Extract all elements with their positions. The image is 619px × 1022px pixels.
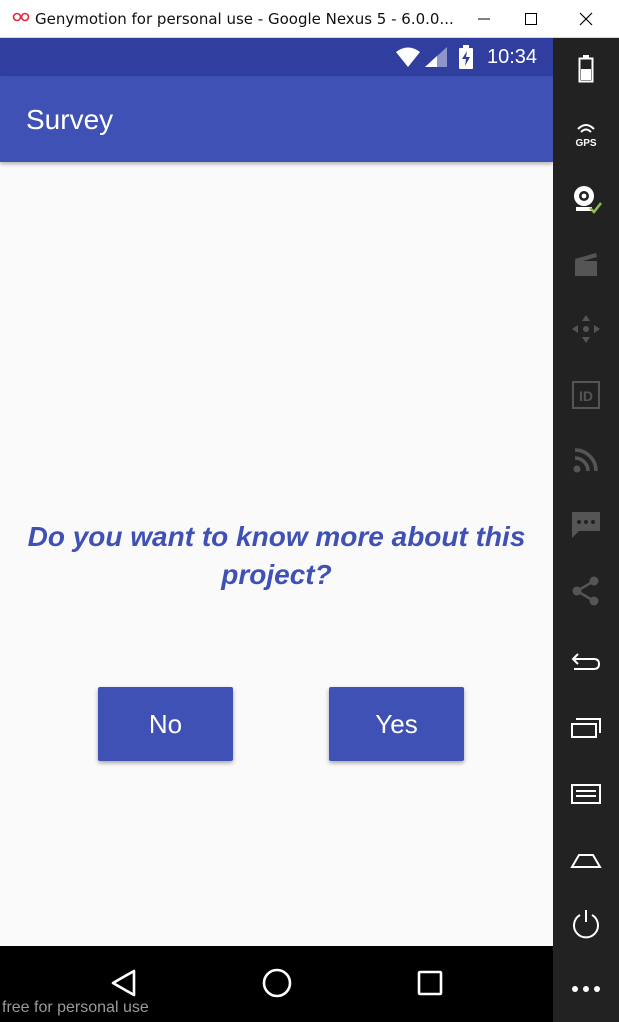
sms-widget-button[interactable] [553, 497, 619, 553]
wifi-icon [396, 47, 420, 67]
dpad-move-icon [572, 315, 600, 343]
gps-icon: GPS [575, 124, 597, 149]
watermark-text: free for personal use [2, 999, 149, 1016]
back-icon [111, 969, 136, 997]
maximize-button[interactable] [507, 0, 555, 38]
status-bar: 10:34 [0, 38, 553, 76]
return-icon [571, 653, 601, 670]
status-time: 10:34 [487, 46, 538, 68]
close-button[interactable] [562, 0, 610, 38]
webcam-icon [574, 186, 602, 214]
home-button[interactable] [252, 958, 302, 1008]
cell-signal-icon [425, 47, 447, 67]
minimize-icon [478, 18, 490, 20]
share-icon [572, 576, 599, 606]
home-outline-icon [570, 854, 602, 868]
home-icon [262, 968, 292, 998]
genymotion-toolbar: GPS ID [553, 38, 619, 1022]
close-icon [579, 12, 593, 26]
menu-icon [571, 784, 601, 804]
message-icon [572, 512, 600, 538]
gps-widget-button[interactable]: GPS [553, 106, 619, 162]
minimize-button[interactable] [460, 0, 508, 38]
yes-button[interactable]: Yes [329, 687, 464, 761]
device-home-button[interactable] [553, 831, 619, 887]
device-recents-button[interactable] [553, 700, 619, 756]
maximize-icon [525, 13, 537, 25]
survey-question: Do you want to know more about this proj… [27, 521, 526, 590]
remote-control-widget-button[interactable] [553, 301, 619, 357]
clapperboard-icon [575, 253, 597, 276]
window-title: Genymotion for personal use - Google Nex… [35, 10, 454, 28]
screencast-widget-button[interactable] [553, 236, 619, 292]
device-menu-button[interactable] [553, 766, 619, 822]
no-button[interactable]: No [98, 687, 233, 761]
rss-signal-icon [573, 448, 598, 473]
window-titlebar: Genymotion for personal use - Google Nex… [0, 0, 619, 38]
battery-icon [578, 55, 594, 83]
power-icon [573, 910, 599, 939]
battery-widget-button[interactable] [553, 41, 619, 97]
more-dots-icon [572, 986, 600, 992]
genymotion-logo-icon [12, 12, 30, 22]
recent-apps-icon [571, 718, 601, 738]
share-widget-button[interactable] [553, 563, 619, 619]
webcam-widget-button[interactable] [553, 171, 619, 227]
device-back-button[interactable] [553, 634, 619, 690]
recents-icon [417, 970, 443, 996]
battery-charging-icon [459, 45, 473, 69]
identifiers-widget-button[interactable]: ID [553, 367, 619, 423]
svg-text:GPS: GPS [575, 138, 596, 149]
network-widget-button[interactable] [553, 432, 619, 488]
page-title: Survey [26, 104, 114, 135]
id-icon: ID [572, 381, 600, 409]
app-bar: Survey [0, 76, 553, 162]
svg-text:ID: ID [579, 388, 593, 404]
more-options-button[interactable] [553, 961, 619, 1017]
power-button[interactable] [553, 896, 619, 952]
device-screen: 10:34 Survey Do you want to know more ab… [0, 38, 553, 946]
recents-button[interactable] [405, 958, 455, 1008]
